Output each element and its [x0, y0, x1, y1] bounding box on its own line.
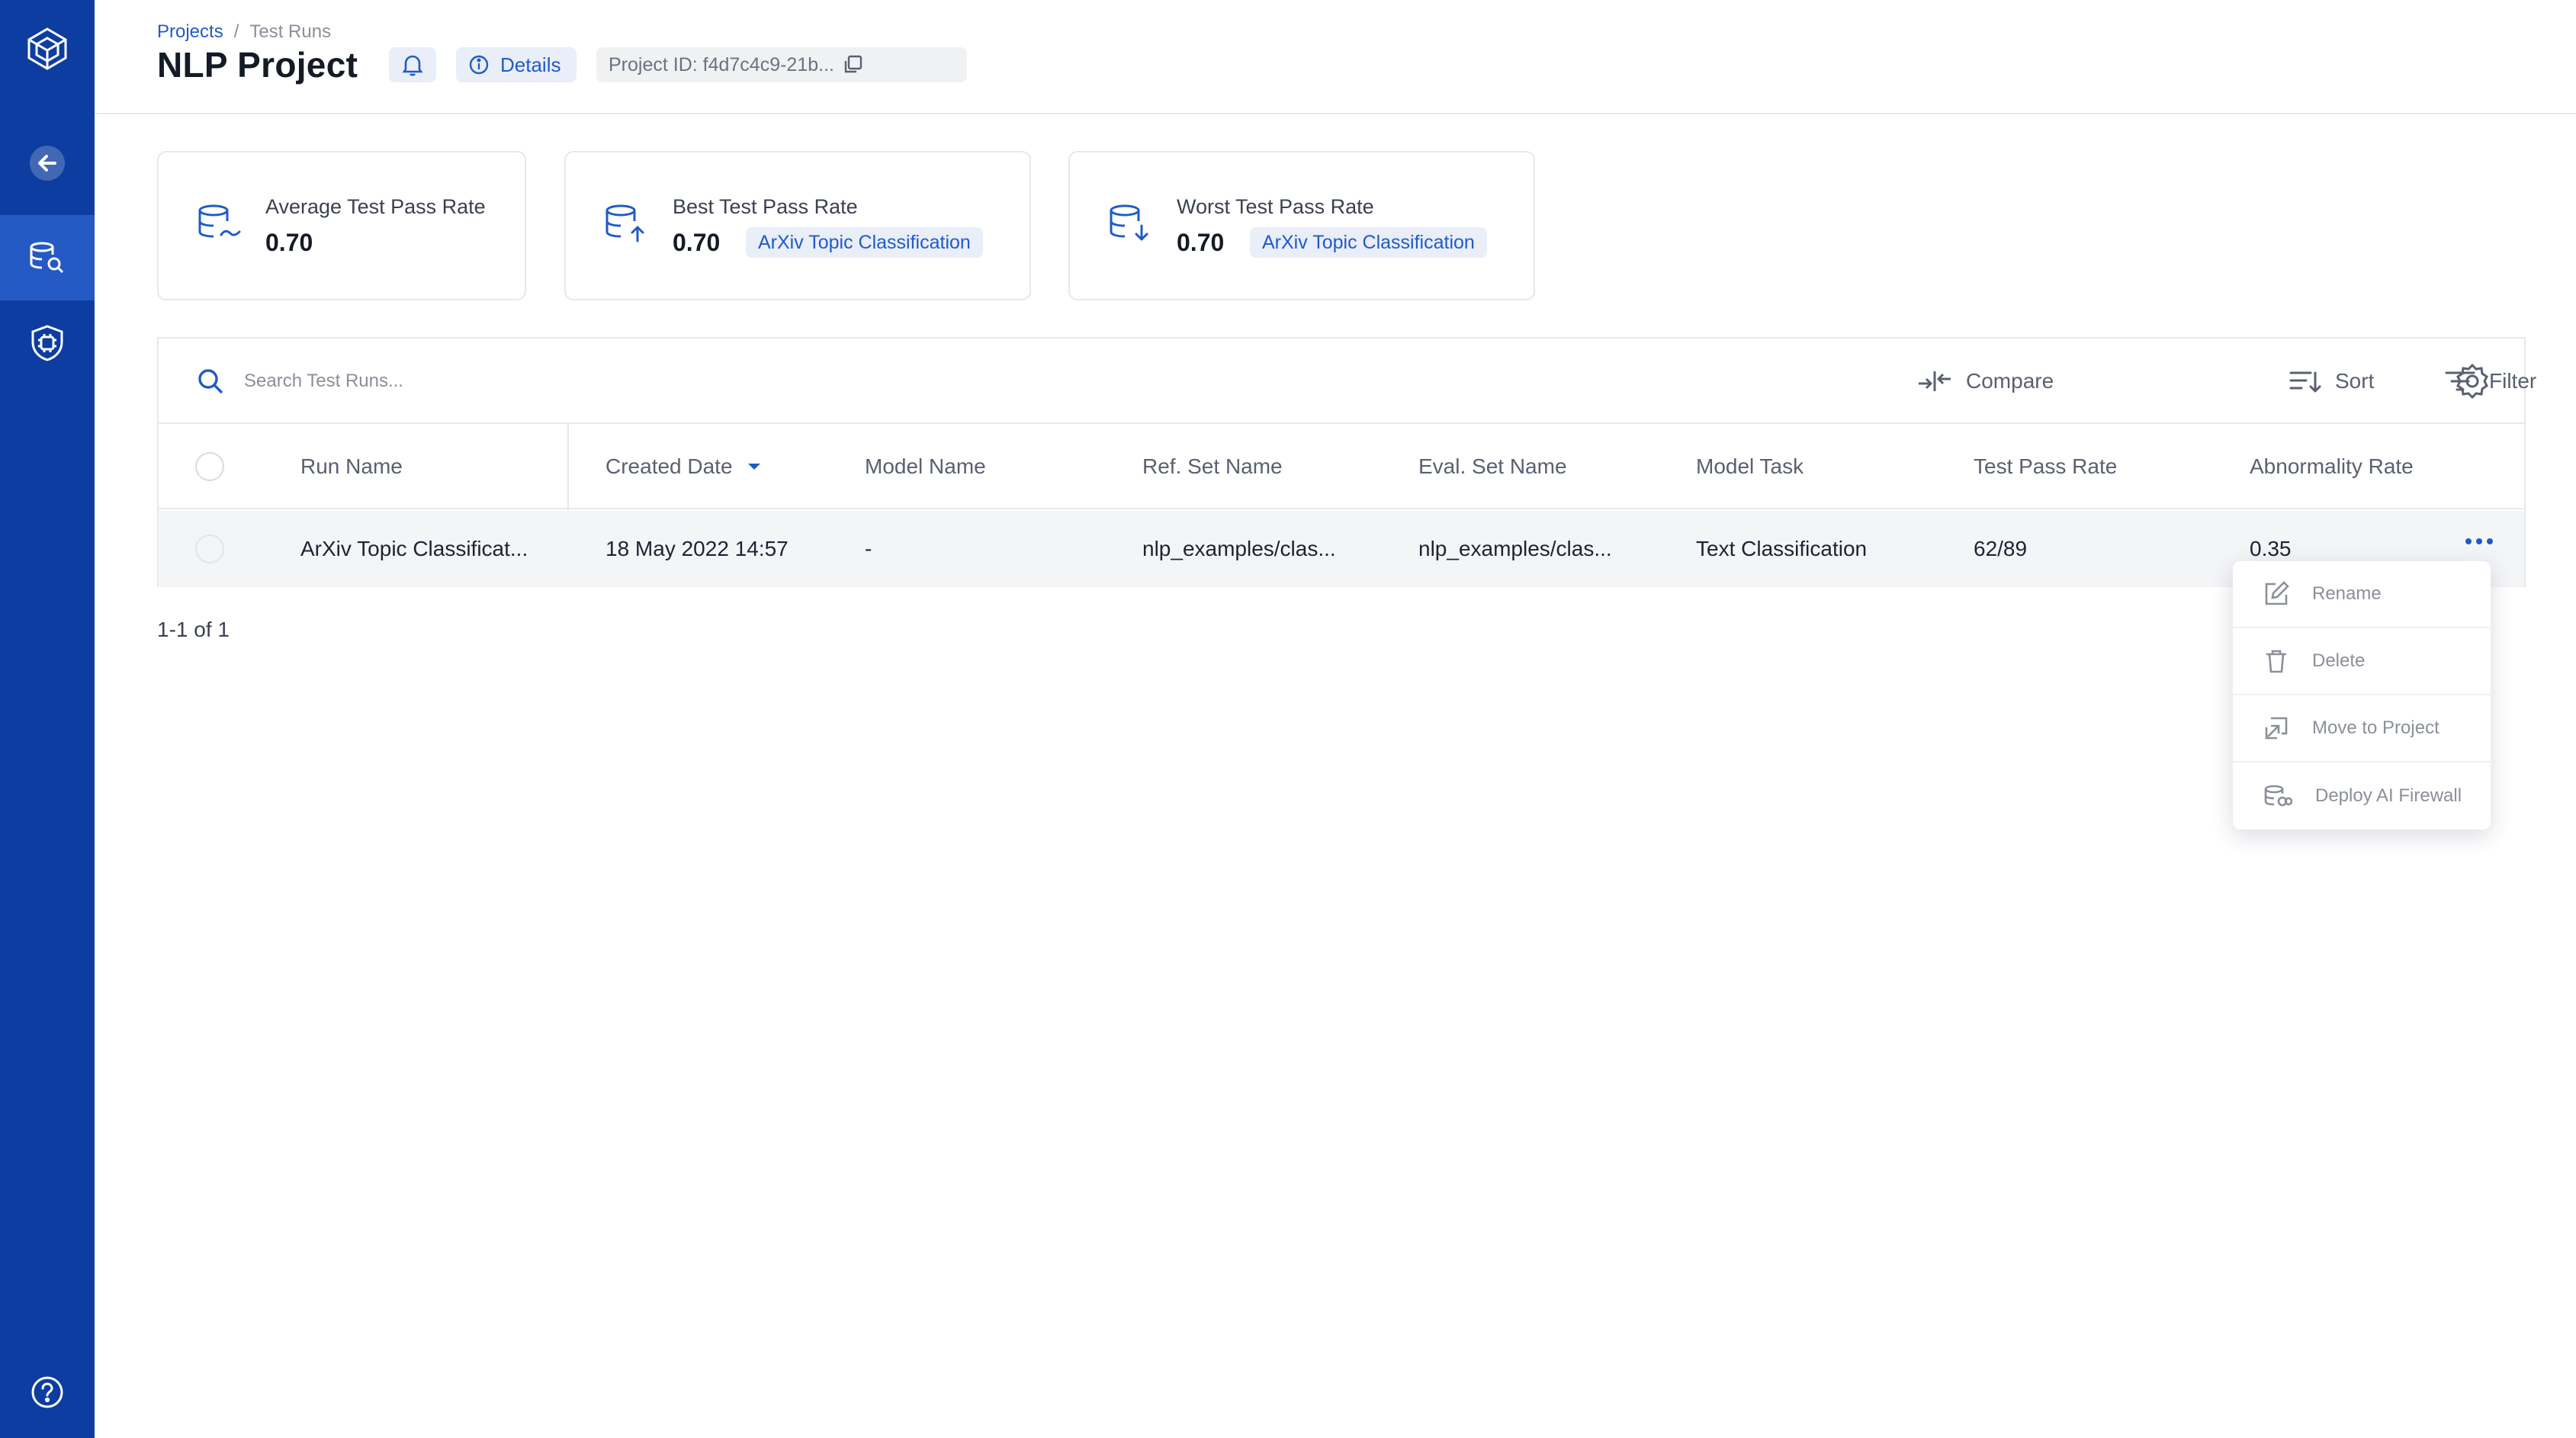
- column-test-pass-rate[interactable]: Test Pass Rate: [1974, 424, 2117, 509]
- nav-rail: [0, 0, 95, 1438]
- breadcrumb-separator: /: [233, 21, 239, 42]
- row-checkbox[interactable]: [195, 534, 224, 563]
- card-best-pass-rate: Best Test Pass Rate 0.70 ArXiv Topic Cla…: [564, 151, 1031, 300]
- breadcrumb-current: Test Runs: [249, 21, 332, 42]
- sort-label: Sort: [2335, 369, 2375, 393]
- back-button[interactable]: [0, 120, 95, 206]
- page-header: Projects / Test Runs NLP Project Details…: [95, 0, 2576, 114]
- compare-label: Compare: [1966, 369, 2054, 393]
- copy-icon[interactable]: [842, 54, 863, 75]
- column-created-date-label: Created Date: [605, 454, 733, 478]
- column-eval-set-name[interactable]: Eval. Set Name: [1418, 424, 1567, 509]
- table-header: Run Name Created Date Model Name Ref. Se…: [159, 424, 2524, 509]
- details-label: Details: [500, 53, 561, 76]
- nav-test-runs[interactable]: [0, 215, 95, 300]
- card-value: 0.70: [265, 229, 313, 256]
- database-arrow-up-icon: [605, 204, 644, 242]
- trash-icon: [2266, 650, 2286, 673]
- menu-item-delete[interactable]: Delete: [2233, 628, 2491, 695]
- column-model-name[interactable]: Model Name: [865, 424, 986, 509]
- project-id-badge: Project ID: f4d7c4c9-21b...: [596, 47, 967, 82]
- edit-icon: [2265, 581, 2289, 605]
- sort-icon: [2289, 371, 2321, 393]
- menu-item-label: Move to Project: [2312, 717, 2439, 738]
- sort-desc-icon: [747, 464, 760, 470]
- column-ref-set-name[interactable]: Ref. Set Name: [1142, 424, 1283, 509]
- table-toolbar: Compare Sort Filter: [159, 339, 2536, 424]
- cell-run-name[interactable]: ArXiv Topic Classificat...: [300, 511, 528, 587]
- row-more-actions-button[interactable]: [2465, 538, 2493, 544]
- card-value: 0.70: [673, 229, 721, 256]
- shield-icon: [31, 325, 63, 361]
- settings-gear-icon[interactable]: [2454, 363, 2491, 400]
- firewall-deploy-icon: [2264, 785, 2292, 807]
- card-label: Average Test Pass Rate: [265, 195, 486, 218]
- search-icon: [198, 369, 223, 393]
- table-row[interactable]: ArXiv Topic Classificat... 18 May 2022 1…: [159, 511, 2524, 587]
- cell-test-pass-rate: 62/89: [1974, 537, 2028, 560]
- card-worst-pass-rate: Worst Test Pass Rate 0.70 ArXiv Topic Cl…: [1068, 151, 1535, 300]
- compare-button[interactable]: Compare: [1917, 361, 2054, 401]
- sort-button[interactable]: Sort: [2289, 361, 2374, 401]
- breadcrumb-projects[interactable]: Projects: [157, 21, 223, 43]
- bell-icon: [402, 55, 423, 76]
- compare-icon: [1919, 371, 1951, 391]
- row-context-menu: Rename Delete Move to Project Deploy AI …: [2233, 561, 2491, 830]
- column-abnormality-rate[interactable]: Abnormality Rate: [2250, 424, 2414, 509]
- test-runs-table: Compare Sort Filter Run Name Created Dat…: [157, 337, 2536, 587]
- cell-created-date: 18 May 2022 14:57: [605, 537, 789, 560]
- column-run-name[interactable]: Run Name: [300, 424, 403, 509]
- more-dot-icon: [2476, 538, 2482, 544]
- search-input[interactable]: [244, 361, 854, 401]
- card-label: Worst Test Pass Rate: [1177, 195, 1374, 218]
- card-value: 0.70: [1177, 229, 1225, 256]
- nav-firewall[interactable]: [0, 300, 95, 386]
- page-title: NLP Project: [157, 45, 358, 85]
- help-icon: [31, 1376, 63, 1408]
- details-button[interactable]: Details: [456, 47, 577, 82]
- project-id-text: Project ID: f4d7c4c9-21b...: [609, 53, 834, 75]
- database-trend-icon: [198, 204, 241, 238]
- logo-icon[interactable]: [0, 6, 95, 91]
- move-icon: [2265, 717, 2288, 740]
- cell-ref-set-name: nlp_examples/clas...: [1142, 537, 1336, 560]
- menu-item-rename[interactable]: Rename: [2233, 561, 2491, 628]
- database-arrow-down-icon: [1110, 204, 1148, 241]
- menu-item-deploy-ai-firewall[interactable]: Deploy AI Firewall: [2233, 762, 2491, 830]
- cell-model-task: Text Classification: [1696, 537, 1868, 560]
- breadcrumb: Projects / Test Runs: [157, 21, 331, 43]
- card-run-tag[interactable]: ArXiv Topic Classification: [746, 227, 983, 258]
- card-label: Best Test Pass Rate: [673, 195, 858, 218]
- arrow-left-icon: [30, 146, 65, 181]
- menu-item-label: Rename: [2312, 583, 2382, 604]
- info-icon: [469, 55, 489, 75]
- column-model-task[interactable]: Model Task: [1696, 424, 1804, 509]
- help-button[interactable]: [0, 1350, 95, 1435]
- column-created-date[interactable]: Created Date: [605, 424, 762, 509]
- notifications-button[interactable]: [389, 47, 436, 82]
- cell-model-name: -: [865, 537, 872, 560]
- more-dot-icon: [2465, 538, 2472, 544]
- menu-item-label: Deploy AI Firewall: [2315, 785, 2462, 806]
- card-average-pass-rate: Average Test Pass Rate 0.70: [157, 151, 526, 300]
- card-run-tag[interactable]: ArXiv Topic Classification: [1250, 227, 1487, 258]
- select-all-checkbox[interactable]: [195, 452, 224, 481]
- menu-item-move-to-project[interactable]: Move to Project: [2233, 695, 2491, 762]
- database-search-icon: [30, 242, 64, 274]
- cell-eval-set-name: nlp_examples/clas...: [1418, 537, 1612, 560]
- menu-item-label: Delete: [2312, 650, 2366, 671]
- pagination-info: 1-1 of 1: [157, 618, 230, 641]
- more-dot-icon: [2487, 538, 2493, 544]
- filter-label: Filter: [2489, 369, 2537, 393]
